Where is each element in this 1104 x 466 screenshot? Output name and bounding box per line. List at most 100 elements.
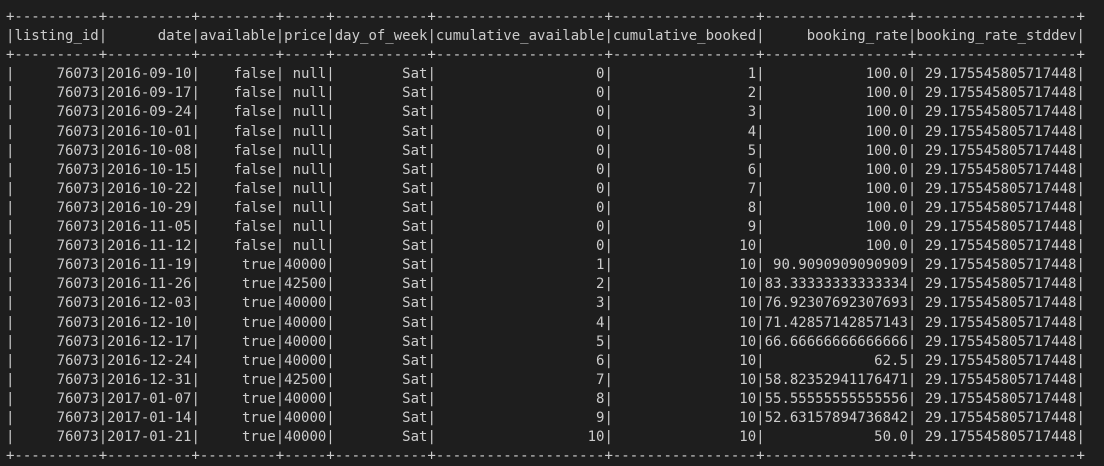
column-separator: | [98, 238, 108, 255]
column-separator: | [1076, 429, 1085, 446]
header-listing-id: listing_id [14, 28, 99, 45]
column-separator: | [98, 295, 108, 312]
cell-day-of-week: Sat [402, 276, 428, 293]
cell-date: 2016-12-10 [107, 314, 192, 331]
column-separator: | [756, 390, 765, 407]
column-separator: | [907, 180, 917, 197]
column-separator: | [6, 238, 15, 255]
column-separator: | [1076, 142, 1085, 159]
column-separator: | [756, 142, 765, 159]
column-separator: | [907, 371, 917, 388]
table-row: | 76073|2016-11-05| false| null| Sat| 0| 9| 100… [6, 218, 1085, 237]
column-separator: | [6, 276, 15, 293]
cell-booking-rate: 100.0 [865, 104, 908, 121]
column-separator: | [191, 276, 200, 293]
cell-booking-rate: 55.55555555555556 [764, 390, 908, 407]
cell-cumulative-available: 0 [596, 219, 605, 236]
cell-date: 2016-11-12 [107, 238, 192, 255]
column-separator: | [191, 199, 200, 216]
column-separator: | [604, 295, 613, 312]
column-separator: | [756, 85, 765, 102]
header-day-of-week: day_of_week [334, 28, 428, 45]
cell-cumulative-booked: 6 [747, 161, 757, 178]
column-separator: | [604, 276, 613, 293]
cell-available: true [242, 333, 276, 350]
table-row: | 76073|2016-12-24| true|40000| Sat| 6| 10| 62… [6, 352, 1085, 371]
cell-date: 2016-11-05 [107, 219, 192, 236]
cell-price: null [292, 219, 327, 236]
column-separator: | [907, 314, 917, 331]
table-row: | 76073|2016-09-17| false| null| Sat| 0| 2| 100… [6, 84, 1085, 103]
column-separator: | [275, 85, 285, 102]
column-separator: | [275, 257, 285, 274]
cell-available: true [242, 429, 276, 446]
cell-booking-rate: 100.0 [865, 85, 908, 102]
cell-cumulative-booked: 10 [739, 390, 757, 407]
cell-price: 40000 [284, 295, 327, 312]
cell-available: true [242, 295, 276, 312]
column-separator: | [427, 371, 436, 388]
cell-listing-id: 76073 [56, 85, 99, 102]
cell-booking-rate-stddev: 29.175545805717448 [924, 66, 1077, 83]
cell-available: false [233, 219, 276, 236]
column-separator: | [275, 199, 285, 216]
column-separator: | [326, 85, 335, 102]
column-separator: | [275, 409, 285, 426]
column-separator: | [604, 66, 613, 83]
cell-day-of-week: Sat [402, 123, 428, 140]
cell-day-of-week: Sat [402, 180, 428, 197]
column-separator: | [1076, 409, 1085, 426]
table-row: | 76073|2016-11-12| false| null| Sat| 0| 10| 10… [6, 237, 1085, 256]
cell-day-of-week: Sat [402, 257, 428, 274]
table-row: | 76073|2016-12-10| true|40000| Sat| 4| 10|71… [6, 314, 1085, 333]
column-separator: | [1076, 161, 1085, 178]
cell-price: 40000 [284, 409, 327, 426]
column-separator: | [275, 352, 285, 369]
cell-booking-rate-stddev: 29.175545805717448 [924, 257, 1077, 274]
cell-day-of-week: Sat [402, 333, 428, 350]
column-separator: | [427, 104, 436, 121]
column-separator: | [756, 161, 765, 178]
cell-booking-rate-stddev: 29.175545805717448 [924, 409, 1077, 426]
table-row: | 76073|2016-10-01| false| null| Sat| 0| 4| 100… [6, 123, 1085, 142]
column-separator: | [6, 295, 15, 312]
column-separator: | [98, 409, 108, 426]
cell-day-of-week: Sat [402, 390, 428, 407]
cell-date: 2016-09-17 [107, 85, 192, 102]
cell-available: false [233, 142, 276, 159]
column-separator: | [907, 142, 917, 159]
cell-day-of-week: Sat [402, 104, 428, 121]
cell-day-of-week: Sat [402, 371, 428, 388]
cell-listing-id: 76073 [56, 352, 99, 369]
column-separator: | [191, 123, 200, 140]
column-separator: | [604, 238, 613, 255]
table-row: | 76073|2016-10-22| false| null| Sat| 0| 7| 100… [6, 180, 1085, 199]
cell-booking-rate: 62.5 [874, 352, 908, 369]
column-separator: | [326, 295, 335, 312]
column-separator: | [907, 276, 917, 293]
cell-available: true [242, 390, 276, 407]
column-separator: | [275, 333, 285, 350]
column-separator: | [275, 295, 285, 312]
cell-booking-rate-stddev: 29.175545805717448 [924, 180, 1077, 197]
table-border: +----------+----------+---------+-----+-… [6, 9, 1085, 25]
cell-date: 2016-12-17 [107, 333, 192, 350]
column-separator: | [427, 390, 436, 407]
column-separator: | [191, 180, 200, 197]
cell-cumulative-booked: 3 [747, 104, 757, 121]
column-separator: | [275, 180, 285, 197]
cell-date: 2017-01-21 [107, 429, 192, 446]
column-separator: | [907, 409, 917, 426]
cell-cumulative-available: 0 [596, 123, 605, 140]
column-separator: | [907, 28, 917, 45]
column-separator: | [326, 238, 335, 255]
column-separator: | [6, 390, 15, 407]
column-separator: | [427, 180, 436, 197]
column-separator: | [907, 104, 917, 121]
cell-booking-rate: 52.63157894736842 [764, 409, 908, 426]
cell-listing-id: 76073 [56, 161, 99, 178]
cell-booking-rate: 100.0 [865, 142, 908, 159]
column-separator: | [427, 199, 436, 216]
column-separator: | [1076, 199, 1085, 216]
column-separator: | [191, 295, 200, 312]
